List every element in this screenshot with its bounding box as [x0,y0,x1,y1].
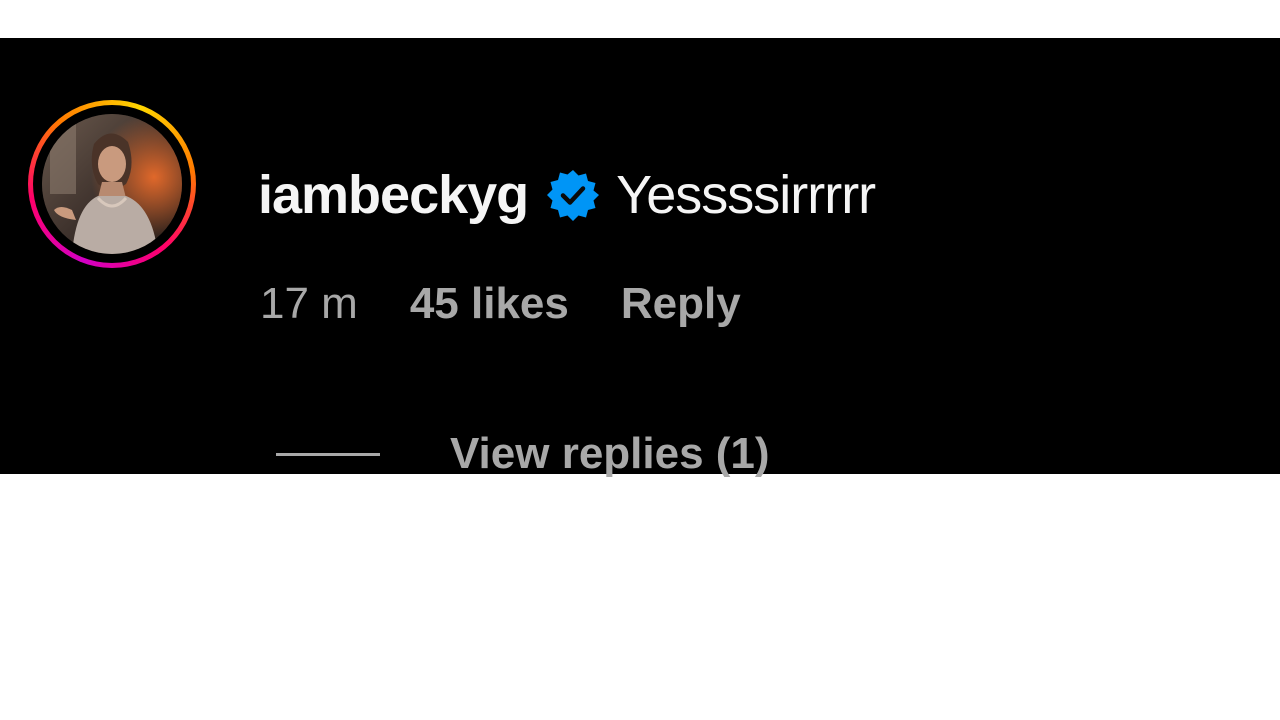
avatar[interactable] [42,114,182,254]
avatar-ring-gap [33,105,191,263]
comment-header: iambeckyg Yessssirrrrr [258,160,876,230]
comment-meta: 17 m 45 likes Reply [260,276,741,332]
comment-card: iambeckyg Yessssirrrrr 17 m 45 likes Rep… [0,38,1280,478]
avatar-image [42,114,182,254]
reply-button[interactable]: Reply [621,279,741,329]
view-replies-button[interactable]: View replies (1) [276,424,770,484]
timestamp[interactable]: 17 m [260,279,358,329]
avatar-story-ring[interactable] [28,100,196,268]
username-link[interactable]: iambeckyg [258,164,529,226]
view-replies-label: View replies (1) [450,429,770,478]
likes-count[interactable]: 45 likes [410,279,569,329]
verified-badge-icon [546,168,600,222]
comment-text: Yessssirrrrr [616,165,876,225]
replies-divider-line [276,452,380,456]
page: iambeckyg Yessssirrrrr 17 m 45 likes Rep… [0,0,1280,720]
